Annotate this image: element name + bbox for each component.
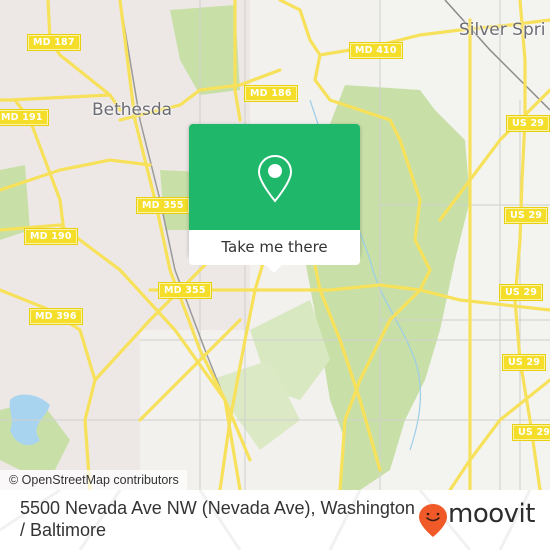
footer: 5500 Nevada Ave NW (Nevada Ave), Washing… xyxy=(0,490,550,550)
route-shield-us29-2: US 29 xyxy=(505,208,548,223)
popup-header[interactable] xyxy=(189,124,360,230)
city-label-bethesda: Bethesda xyxy=(92,100,173,120)
route-shield-md187: MD 187 xyxy=(28,35,80,50)
moovit-pin-logo-icon xyxy=(419,504,447,537)
location-address: 5500 Nevada Ave NW (Nevada Ave), Washing… xyxy=(20,498,415,540)
route-shield-us29-4: US 29 xyxy=(503,355,546,370)
moovit-brand-wordmark: moovit xyxy=(448,499,535,529)
route-shield-md396: MD 396 xyxy=(30,309,82,324)
route-shield-md355-south: MD 355 xyxy=(159,283,211,298)
route-shield-us29-3: US 29 xyxy=(500,285,543,300)
popup-pointer xyxy=(264,263,284,273)
map-pin-icon xyxy=(257,154,293,203)
route-shield-md191: MD 191 xyxy=(0,110,48,125)
route-shield-md190: MD 190 xyxy=(25,229,77,244)
route-shield-us29-1: US 29 xyxy=(507,116,550,131)
map-attribution[interactable]: © OpenStreetMap contributors xyxy=(0,470,187,490)
route-shield-md355-north: MD 355 xyxy=(137,198,189,213)
city-label-silver-spring: Silver Spri xyxy=(459,20,546,40)
route-shield-us29-5: US 29 xyxy=(513,425,550,440)
take-me-there-button[interactable]: Take me there xyxy=(189,230,360,265)
route-shield-md410: MD 410 xyxy=(350,43,402,58)
route-shield-md186: MD 186 xyxy=(245,86,297,101)
map-view[interactable]: Bethesda Silver Spri MD 187 MD 191 MD 18… xyxy=(0,0,550,490)
take-me-there-popup[interactable]: Take me there xyxy=(189,124,360,273)
